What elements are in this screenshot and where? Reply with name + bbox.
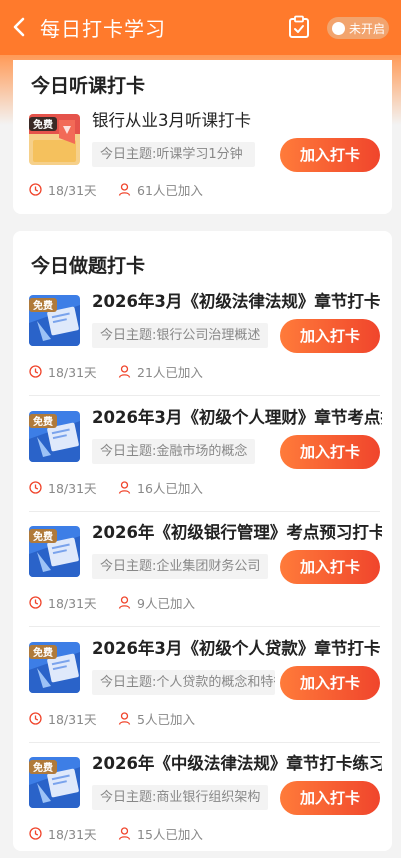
joined-text: 15人已加入 [137,827,203,842]
item-topic: 今日主题:听课学习1分钟 [92,142,255,167]
free-badge: 免费 [33,761,53,774]
joined-meta: 9人已加入 [118,593,195,612]
joined-text: 16人已加入 [137,480,203,496]
days-meta: 18/31天 [29,824,97,843]
item-topic: 今日主题:银行公司治理概述 [92,323,269,348]
practice-item[interactable]: 免费 2026年《初级银行管理》考点预习打卡 今日主题:企业集团财务公司 加入打… [13,512,392,627]
practice-item[interactable]: 免费 2026年3月《初级个人贷款》章节打卡 今日主题:个人贷款的概念和特征 加… [13,628,392,743]
joined-meta: 61人已加入 [118,180,203,199]
practice-thumbnail: 免费 [29,757,80,808]
joined-text: 21人已加入 [137,365,203,380]
days-text: 18/31天 [48,365,97,380]
joined-meta: 21人已加入 [118,362,203,381]
practice-item[interactable]: 免费 2026年3月《初级法律法规》章节打卡 今日主题:银行公司治理概述 加入打… [13,281,392,396]
reminder-toggle[interactable]: 未开启 [327,17,389,39]
item-topic: 今日主题:商业银行组织架构 [92,785,269,810]
days-text: 18/31天 [48,827,97,842]
days-meta: 18/31天 [29,478,97,497]
item-title: 2026年3月《初级法律法规》章节打卡 [92,292,381,311]
join-button[interactable]: 加入打卡 [280,665,380,700]
back-arrow-icon[interactable] [8,14,32,40]
join-button[interactable]: 加入打卡 [280,781,380,815]
days-meta: 18/31天 [29,709,97,728]
practice-thumbnail: 免费 [29,410,80,462]
item-topic: 今日主题:个人贷款的概念和特征 [92,669,275,695]
clock-icon [29,183,42,196]
free-badge: 免费 [33,646,53,659]
days-meta: 18/31天 [29,180,97,199]
person-icon [118,365,131,378]
joined-text: 61人已加入 [137,183,203,198]
free-badge: 免费 [33,299,53,312]
practice-item[interactable]: 免费 2026年3月《初级个人理财》章节考点打卡 今日主题:金融市场的概念 加入… [13,397,392,512]
days-text: 18/31天 [48,183,97,198]
practice-card: 今日做题打卡 免费 2026年3月《初级法律法规》章节打卡 今日主题:银行公司治… [13,231,392,851]
item-title: 2026年3月《初级个人理财》章节考点打卡 [92,407,382,427]
joined-meta: 15人已加入 [118,824,203,843]
item-title: 2026年《初级银行管理》考点预习打卡 [92,523,382,542]
item-title: 2026年《中级法律法规》章节打卡练习 [92,754,382,773]
clock-icon [29,596,42,609]
days-meta: 18/31天 [29,362,97,381]
app-header: 每日打卡学习 未开启 [0,0,401,55]
toggle-label: 未开启 [349,21,386,36]
page-title: 每日打卡学习 [40,17,166,41]
clock-icon [29,365,42,378]
days-text: 18/31天 [48,711,97,727]
practice-item[interactable]: 免费 2026年《中级法律法规》章节打卡练习 今日主题:商业银行组织架构 加入打… [13,743,392,858]
item-title: 银行从业3月听课打卡 [92,111,251,130]
clock-icon [29,480,42,494]
joined-meta: 5人已加入 [118,709,195,728]
days-text: 18/31天 [48,480,97,496]
clipboard-check-icon[interactable] [288,15,310,39]
joined-meta: 16人已加入 [118,478,203,497]
practice-section-title: 今日做题打卡 [31,255,146,277]
item-title: 2026年3月《初级个人贷款》章节打卡 [92,638,381,658]
join-button[interactable]: 加入打卡 [280,138,380,172]
practice-thumbnail: 免费 [29,526,80,577]
joined-text: 5人已加入 [137,711,195,727]
free-badge: 免费 [33,415,53,428]
practice-thumbnail: 免费 [29,295,80,346]
item-topic: 今日主题:金融市场的概念 [92,438,256,464]
days-meta: 18/31天 [29,593,97,612]
clock-icon [29,827,42,840]
person-icon [118,480,131,494]
listen-section-title: 今日听课打卡 [31,75,146,97]
join-button[interactable]: 加入打卡 [280,434,380,469]
joined-text: 9人已加入 [137,596,195,611]
join-button[interactable]: 加入打卡 [280,550,380,584]
course-thumbnail: 免费 [29,114,80,165]
listen-card: 今日听课打卡 免费 银行从业3月听课打卡 今日主题:听课学习1分钟 加入打卡 1… [13,60,392,214]
item-topic: 今日主题:企业集团财务公司 [92,554,269,579]
clock-icon [29,711,42,725]
person-icon [118,827,131,840]
person-icon [118,183,131,196]
free-badge: 免费 [33,118,53,131]
join-button[interactable]: 加入打卡 [280,319,380,353]
person-icon [118,596,131,609]
person-icon [118,711,131,725]
free-badge: 免费 [33,530,53,543]
days-text: 18/31天 [48,596,97,611]
listen-item[interactable]: 免费 银行从业3月听课打卡 今日主题:听课学习1分钟 加入打卡 18/31天 6… [13,110,392,225]
toggle-knob [332,21,345,35]
practice-thumbnail: 免费 [29,641,80,693]
